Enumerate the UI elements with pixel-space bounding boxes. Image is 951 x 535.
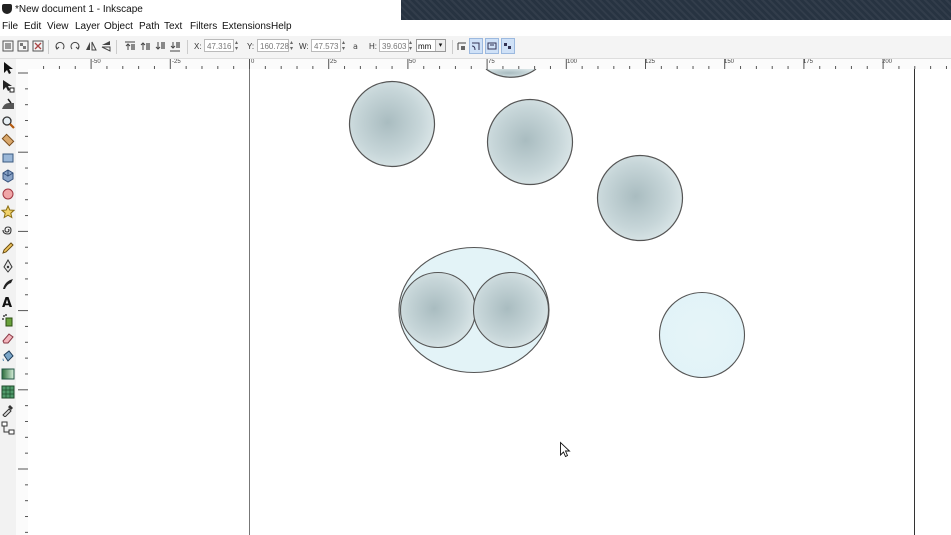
menu-object[interactable]: Object <box>104 21 133 32</box>
ruler-label: 125 <box>645 59 656 65</box>
separator <box>48 40 49 54</box>
ruler-label: 75 <box>488 59 495 65</box>
separator <box>116 40 117 54</box>
lock-ratio-icon[interactable]: a <box>352 40 364 52</box>
w-spinner[interactable]: ▴ ▾ <box>342 40 348 52</box>
w-label: W: <box>299 42 309 51</box>
x-label: X: <box>194 42 202 51</box>
y-spinner[interactable]: ▴ ▾ <box>290 40 296 52</box>
svg-text:A: A <box>2 296 12 309</box>
tool-controls-bar: X: 47.316 ▴ ▾ Y: 160.728 ▴ ▾ W: 47.573 ▴ ▾ … <box>0 36 951 59</box>
deselect-icon[interactable] <box>32 40 44 52</box>
dropper-tool-icon[interactable] <box>1 403 15 417</box>
menu-text[interactable]: Text <box>164 21 182 32</box>
w-input[interactable]: 47.573 <box>311 39 341 52</box>
scale-corners-toggle[interactable] <box>469 38 483 54</box>
select-all-layers-icon[interactable] <box>17 40 29 52</box>
select-all-icon[interactable] <box>2 40 14 52</box>
y-input[interactable]: 160.728 <box>257 39 289 52</box>
measure-tool-icon[interactable] <box>1 133 15 147</box>
ruler-label: 175 <box>803 59 814 65</box>
menu-help[interactable]: Help <box>271 21 292 32</box>
circle-shape[interactable] <box>486 98 574 186</box>
vertical-ruler-ticks <box>18 72 28 533</box>
flip-horizontal-icon[interactable] <box>85 40 97 52</box>
h-spinner[interactable]: ▴ ▾ <box>409 40 415 52</box>
x-spinner[interactable]: ▴ ▾ <box>235 40 241 52</box>
light-circle-shape[interactable] <box>658 291 746 379</box>
inkscape-logo-icon <box>2 4 12 14</box>
window-title: *New document 1 - Inkscape <box>15 4 143 15</box>
menu-layer[interactable]: Layer <box>75 21 100 32</box>
h-label: H: <box>369 42 377 51</box>
menu-edit[interactable]: Edit <box>24 21 41 32</box>
calligraphy-tool-icon[interactable] <box>1 277 15 291</box>
menu-path[interactable]: Path <box>139 21 160 32</box>
selector-tool-icon[interactable] <box>1 61 15 75</box>
canvas-drawing <box>249 69 915 535</box>
menu-extensions[interactable]: Extensions <box>222 21 271 32</box>
tweak-tool-icon[interactable] <box>1 97 15 111</box>
pencil-tool-icon[interactable] <box>1 241 15 255</box>
text-tool-icon[interactable]: A <box>1 295 15 309</box>
ruler-label: 25 <box>330 59 337 65</box>
background-window-area <box>401 0 951 22</box>
spray-tool-icon[interactable] <box>1 313 15 327</box>
rotate-ccw-icon[interactable] <box>54 40 66 52</box>
inner-circle-left[interactable] <box>399 271 477 349</box>
menu-file[interactable]: File <box>2 21 18 32</box>
inner-circle-right[interactable] <box>472 271 550 349</box>
ruler-label: 0 <box>251 59 255 65</box>
connector-tool-icon[interactable] <box>1 421 15 435</box>
gradient-tool-icon[interactable] <box>1 367 15 381</box>
separator <box>452 40 453 54</box>
mesh-tool-icon[interactable] <box>1 385 15 399</box>
spiral-tool-icon[interactable] <box>1 223 15 237</box>
svg-text:a: a <box>353 42 358 51</box>
lower-icon[interactable] <box>154 40 166 52</box>
zoom-tool-icon[interactable] <box>1 115 15 129</box>
unit-value: mm <box>418 42 432 51</box>
scale-stroke-icon[interactable] <box>456 40 468 52</box>
x-input[interactable]: 47.316 <box>204 39 234 52</box>
ruler-label: 100 <box>567 59 578 65</box>
lower-to-bottom-icon[interactable] <box>169 40 181 52</box>
circle-partial-top[interactable] <box>485 69 537 78</box>
unit-select[interactable]: mm ▾ <box>416 39 446 52</box>
ruler-label: 50 <box>409 59 416 65</box>
bucket-tool-icon[interactable] <box>1 349 15 363</box>
mouse-cursor-icon <box>560 441 571 458</box>
ruler-label: -50 <box>92 59 101 65</box>
star-tool-icon[interactable] <box>1 205 15 219</box>
menu-bar: File Edit View Layer Object Path Text Fi… <box>0 20 951 35</box>
h-input[interactable]: 39.603 <box>379 39 409 52</box>
chevron-down-icon: ▾ <box>435 40 445 51</box>
rotate-cw-icon[interactable] <box>69 40 81 52</box>
menu-view[interactable]: View <box>47 21 69 32</box>
drawing-canvas[interactable] <box>28 69 951 535</box>
flip-vertical-icon[interactable] <box>100 40 112 52</box>
y-label: Y: <box>247 42 255 51</box>
ruler-label: 150 <box>724 59 735 65</box>
raise-icon[interactable] <box>139 40 151 52</box>
ellipse-tool-icon[interactable] <box>1 187 15 201</box>
circle-shape[interactable] <box>348 80 436 168</box>
node-tool-icon[interactable] <box>1 79 15 93</box>
transform-patterns-toggle[interactable] <box>501 38 515 54</box>
separator <box>187 40 188 54</box>
menu-filters[interactable]: Filters <box>190 21 217 32</box>
eraser-tool-icon[interactable] <box>1 331 15 345</box>
rectangle-tool-icon[interactable] <box>1 151 15 165</box>
ruler-label: -25 <box>172 59 181 65</box>
circle-shape[interactable] <box>596 154 684 242</box>
transform-gradients-toggle[interactable] <box>485 38 499 54</box>
raise-to-top-icon[interactable] <box>124 40 136 52</box>
pen-tool-icon[interactable] <box>1 259 15 273</box>
ruler-label: 200 <box>882 59 893 65</box>
toolbox: A <box>0 59 16 535</box>
3d-box-tool-icon[interactable] <box>1 169 15 183</box>
